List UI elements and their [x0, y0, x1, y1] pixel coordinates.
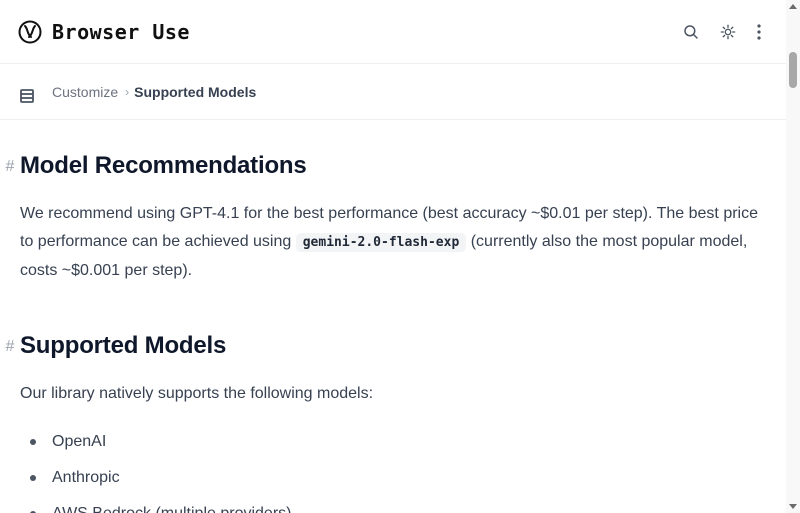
- browser-use-logo-icon: [18, 20, 42, 44]
- scrollbar-thumb[interactable]: [789, 52, 797, 88]
- logo-link[interactable]: Browser Use: [16, 17, 195, 47]
- breadcrumb-separator: ›: [125, 85, 130, 99]
- section-heading-supported-models[interactable]: Supported Models: [20, 332, 226, 360]
- link-icon[interactable]: #: [1, 152, 19, 182]
- theme-toggle-icon: [720, 24, 736, 40]
- link-icon[interactable]: #: [1, 332, 19, 362]
- list-item: Anthropic: [20, 460, 291, 496]
- list-item: AWS Bedrock (multiple providers): [20, 496, 291, 513]
- breadcrumb-bar: Customize › Supported Models: [0, 64, 786, 120]
- menu-icon: [20, 89, 34, 103]
- breadcrumb-current: Supported Models: [134, 84, 257, 100]
- breadcrumb: Customize › Supported Models: [50, 80, 256, 104]
- supported-models-list: OpenAI Anthropic AWS Bedrock (multiple p…: [20, 424, 291, 513]
- page-scrollbar[interactable]: [786, 0, 800, 513]
- theme-toggle-button[interactable]: [718, 17, 738, 47]
- section-heading-model-recommendations[interactable]: Model Recommendations: [20, 152, 307, 180]
- scroll-down-arrow[interactable]: [789, 504, 797, 509]
- recommendation-paragraph: We recommend using GPT-4.1 for the best …: [20, 200, 770, 285]
- more-menu-button[interactable]: [749, 17, 769, 47]
- list-item: OpenAI: [20, 424, 291, 460]
- main-content: # Model Recommendations We recommend usi…: [0, 120, 786, 513]
- more-vertical-icon: [757, 24, 761, 40]
- supported-models-intro: Our library natively supports the follow…: [20, 385, 374, 402]
- sidebar-menu-button[interactable]: [14, 83, 40, 109]
- top-header: Browser Use: [0, 0, 786, 64]
- inline-code: gemini-2.0-flash-exp: [295, 233, 467, 252]
- logo-text: Browser Use: [52, 20, 190, 44]
- breadcrumb-parent[interactable]: Customize: [50, 84, 120, 100]
- search-icon: [684, 25, 698, 39]
- search-button[interactable]: [675, 17, 707, 47]
- scroll-up-arrow[interactable]: [789, 4, 797, 9]
